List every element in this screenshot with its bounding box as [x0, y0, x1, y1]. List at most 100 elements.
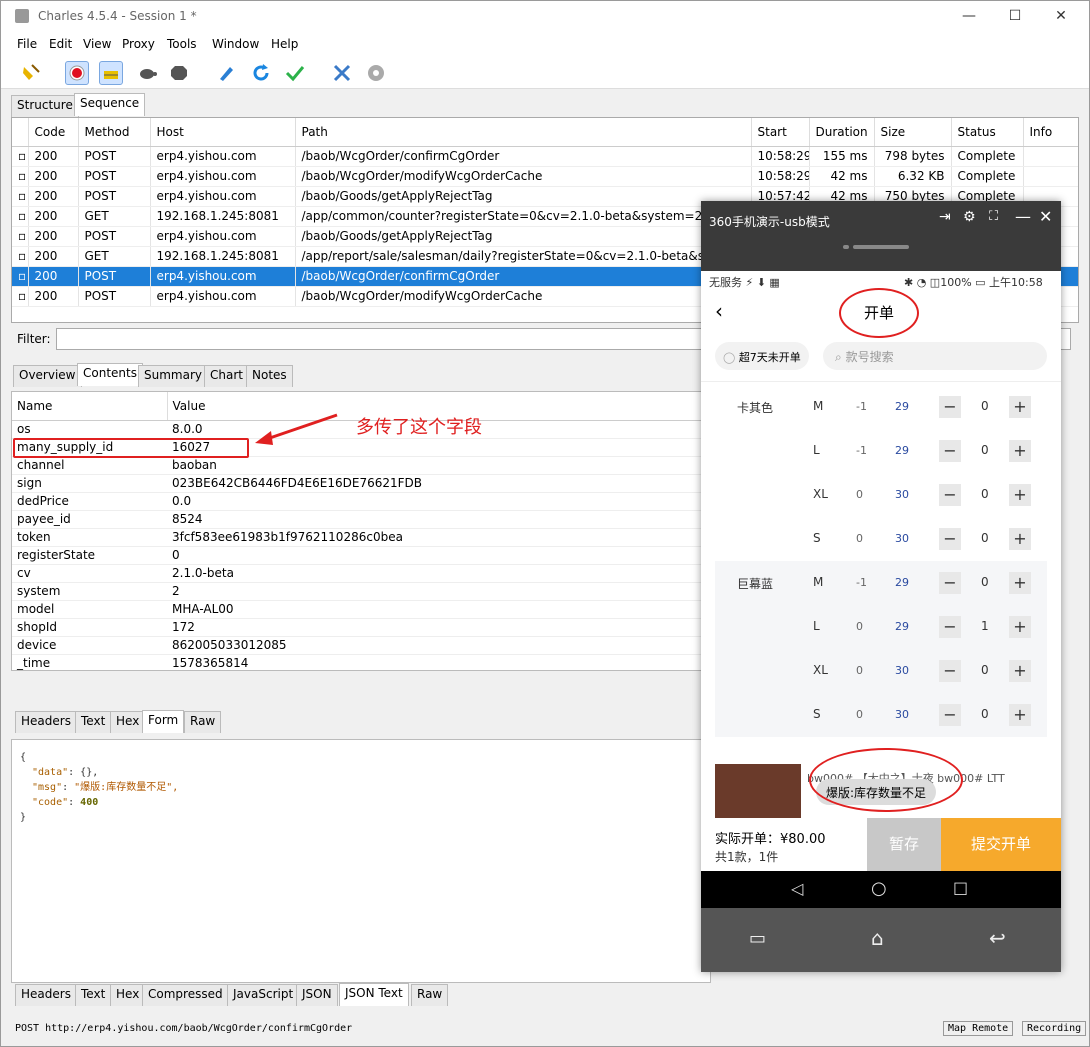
table-row[interactable]: ▫ 200 POST erp4.yishou.com/baob/WcgOrder/mo… — [12, 166, 1078, 187]
col-name[interactable]: Name — [12, 392, 168, 421]
form-row[interactable]: _time 1578365814 — [12, 654, 710, 670]
decrement-button[interactable]: − — [939, 616, 961, 638]
tab-chart[interactable]: Chart — [204, 365, 249, 387]
quantity-value[interactable]: 0 — [981, 575, 989, 589]
increment-button[interactable]: + — [1009, 572, 1031, 594]
refresh-icon[interactable] — [249, 61, 273, 85]
menu-window[interactable]: Window — [212, 37, 259, 51]
settings-icon[interactable]: ⚙ — [963, 209, 976, 225]
filter-chip[interactable]: ◯ 超7天未开单 — [715, 342, 809, 370]
phone-close-icon[interactable]: ✕ — [1039, 207, 1052, 226]
tab-overview[interactable]: Overview — [13, 365, 82, 387]
throttle-icon[interactable] — [99, 61, 123, 85]
form-row[interactable]: cv 2.1.0-beta — [12, 564, 710, 583]
quantity-value[interactable]: 0 — [981, 399, 989, 413]
close-button[interactable]: ✕ — [1038, 1, 1084, 31]
save-draft-button[interactable]: 暂存 — [867, 818, 941, 871]
form-row[interactable]: dedPrice 0.0 — [12, 492, 710, 511]
recording-badge[interactable]: Recording — [1022, 1021, 1087, 1036]
increment-button[interactable]: + — [1009, 704, 1031, 726]
increment-button[interactable]: + — [1009, 484, 1031, 506]
stop-icon[interactable] — [167, 61, 191, 85]
return-icon[interactable]: ↩ — [989, 926, 1006, 950]
search-input[interactable]: ⌕ 款号搜索 — [823, 342, 1047, 370]
quantity-value[interactable]: 0 — [981, 663, 989, 677]
form-row[interactable]: model MHA-AL00 — [12, 600, 710, 619]
form-row[interactable]: token 3fcf583ee61983b1f9762110286c0bea — [12, 528, 710, 547]
form-row[interactable]: sign 023BE642CB6446FD4E6E16DE76621FDB — [12, 474, 710, 493]
req-tab-text[interactable]: Text — [75, 711, 112, 733]
tab-sequence[interactable]: Sequence — [74, 93, 146, 116]
turtle-icon[interactable] — [135, 61, 159, 85]
resp-tab-text[interactable]: Text — [75, 984, 112, 1006]
col-path[interactable]: Path — [295, 118, 752, 147]
req-tab-form[interactable]: Form — [142, 710, 185, 733]
resp-tab-hex[interactable]: Hex — [110, 984, 146, 1006]
map-remote-badge[interactable]: Map Remote — [943, 1021, 1014, 1036]
form-row[interactable]: device 862005033012085 — [12, 636, 710, 655]
tab-summary[interactable]: Summary — [138, 365, 208, 387]
increment-button[interactable]: + — [1009, 528, 1031, 550]
minimize-button[interactable]: — — [946, 1, 992, 31]
decrement-button[interactable]: − — [939, 396, 961, 418]
req-tab-raw[interactable]: Raw — [184, 711, 222, 733]
req-tab-hex[interactable]: Hex — [110, 711, 146, 733]
decrement-button[interactable]: − — [939, 704, 961, 726]
resp-tab-json-text[interactable]: JSON Text — [339, 983, 409, 1006]
quantity-value[interactable]: 0 — [981, 487, 989, 501]
menu-view[interactable]: View — [83, 37, 111, 51]
form-row[interactable]: shopId 172 — [12, 618, 710, 637]
resp-tab-compressed[interactable]: Compressed — [142, 984, 229, 1006]
col-host[interactable]: Host — [150, 118, 296, 147]
tab-contents[interactable]: Contents — [77, 363, 143, 386]
maximize-button[interactable]: ☐ — [992, 1, 1038, 31]
col-duration[interactable]: Duration — [809, 118, 875, 147]
decrement-button[interactable]: − — [939, 484, 961, 506]
gear-icon[interactable] — [364, 61, 388, 85]
drag-handle[interactable] — [853, 245, 909, 249]
col-info[interactable]: Info — [1023, 118, 1078, 147]
col-method[interactable]: Method — [78, 118, 151, 147]
quantity-value[interactable]: 0 — [981, 707, 989, 721]
back-icon[interactable]: ‹ — [715, 299, 723, 323]
resp-tab-raw[interactable]: Raw — [411, 984, 449, 1006]
resp-tab-json[interactable]: JSON — [296, 984, 338, 1006]
menu-file[interactable]: File — [17, 37, 37, 51]
form-row[interactable]: registerState 0 — [12, 546, 710, 565]
fullscreen-icon[interactable]: ⛶ — [989, 209, 998, 224]
recent-apps-icon[interactable]: ▭ — [749, 928, 766, 949]
form-row[interactable]: channel baoban — [12, 456, 710, 475]
quantity-value[interactable]: 0 — [981, 443, 989, 457]
nav-back-icon[interactable]: ◁ — [791, 879, 803, 898]
tab-structure[interactable]: Structure — [11, 95, 79, 117]
record-icon[interactable] — [65, 61, 89, 85]
menu-proxy[interactable]: Proxy — [122, 37, 155, 51]
quantity-value[interactable]: 1 — [981, 619, 989, 633]
nav-home-icon[interactable]: ○ — [871, 878, 887, 899]
increment-button[interactable]: + — [1009, 440, 1031, 462]
decrement-button[interactable]: − — [939, 440, 961, 462]
table-row[interactable]: ▫ 200 POST erp4.yishou.com/baob/WcgOrder/co… — [12, 146, 1078, 167]
quantity-value[interactable]: 0 — [981, 531, 989, 545]
decrement-button[interactable]: − — [939, 660, 961, 682]
check-icon[interactable] — [283, 61, 307, 85]
tools-icon[interactable] — [330, 61, 354, 85]
decrement-button[interactable]: − — [939, 528, 961, 550]
phone-minimize-icon[interactable]: — — [1015, 207, 1031, 226]
increment-button[interactable]: + — [1009, 616, 1031, 638]
home-icon[interactable]: ⌂ — [871, 926, 884, 950]
menu-tools[interactable]: Tools — [167, 37, 197, 51]
form-row[interactable]: payee_id 8524 — [12, 510, 710, 529]
col-size[interactable]: Size — [874, 118, 952, 147]
resp-tab-javascript[interactable]: JavaScript — [227, 984, 300, 1006]
decrement-button[interactable]: − — [939, 572, 961, 594]
col-status[interactable]: Status — [951, 118, 1024, 147]
broom-icon[interactable] — [19, 61, 43, 85]
form-row[interactable]: system 2 — [12, 582, 710, 601]
tab-notes[interactable]: Notes — [246, 365, 293, 387]
req-tab-headers[interactable]: Headers — [15, 711, 77, 733]
col-start[interactable]: Start — [751, 118, 810, 147]
pin-icon[interactable]: ⇥ — [939, 209, 951, 225]
submit-order-button[interactable]: 提交开单 — [941, 818, 1061, 871]
col-code[interactable]: Code — [28, 118, 79, 147]
